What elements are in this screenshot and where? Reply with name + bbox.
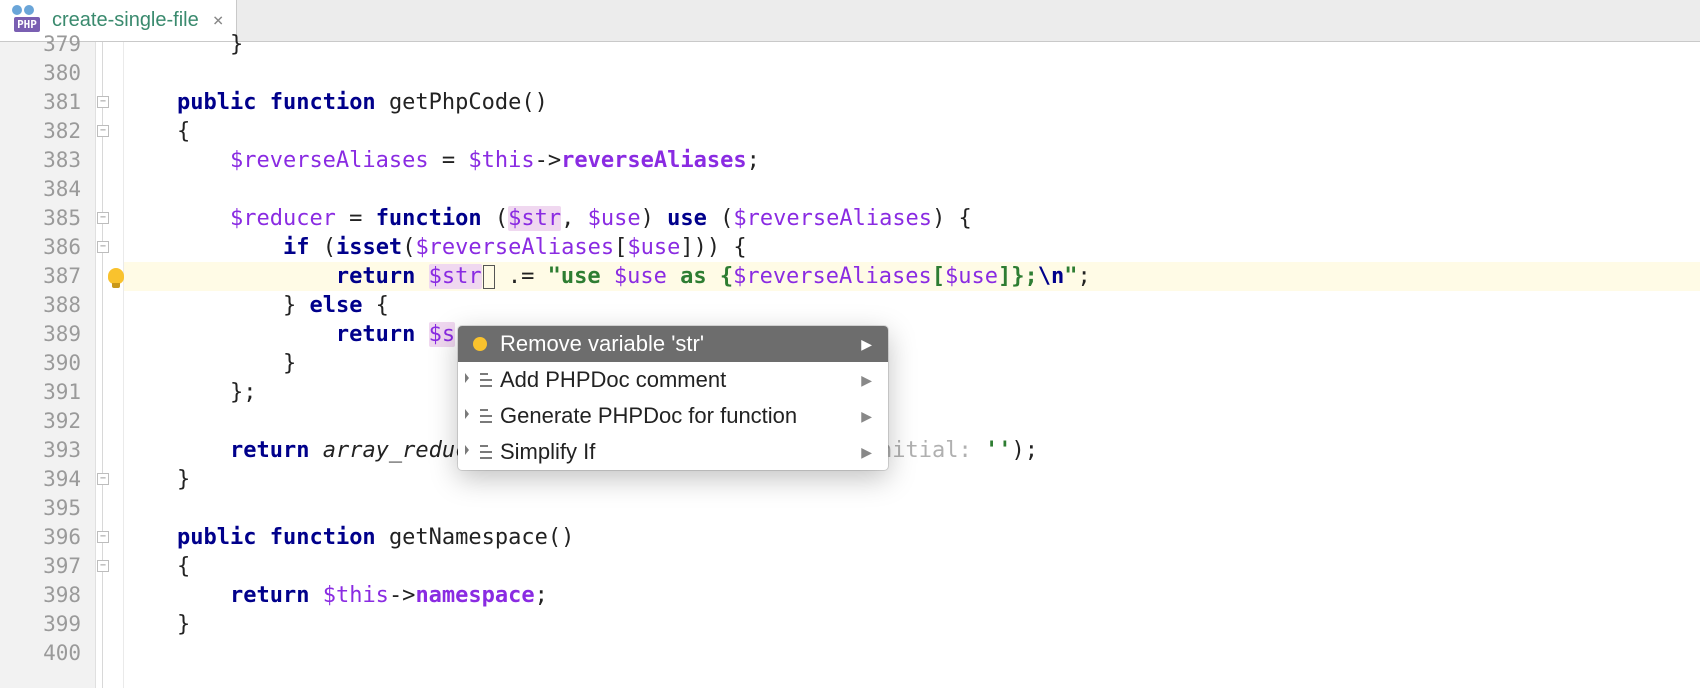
line-number: 394 <box>0 465 95 494</box>
intention-item[interactable]: Generate PHPDoc for function ▶ <box>458 398 888 434</box>
text-caret <box>483 265 495 289</box>
line-number: 389 <box>0 320 95 349</box>
code-line[interactable]: $reverseAliases = $this->reverseAliases; <box>124 146 1700 175</box>
code-line[interactable]: } else { <box>124 291 1700 320</box>
tab-name: create-single-file <box>52 9 199 32</box>
line-number: 396 <box>0 523 95 552</box>
line-number: 379 <box>0 30 95 59</box>
line-number: 397 <box>0 552 95 581</box>
fold-column: − − − − − − − <box>96 42 124 688</box>
intention-action-icon <box>470 406 490 426</box>
code-line[interactable]: } <box>124 30 1700 59</box>
line-number: 380 <box>0 59 95 88</box>
code-line[interactable]: { <box>124 552 1700 581</box>
code-line[interactable]: $reducer = function ($str, $use) use ($r… <box>124 204 1700 233</box>
fold-toggle[interactable]: − <box>97 531 109 543</box>
code-line[interactable] <box>124 639 1700 668</box>
code-line[interactable] <box>124 407 1700 436</box>
code-line[interactable]: return array_reduce($this->getList(), $r… <box>124 436 1700 465</box>
fold-toggle[interactable]: − <box>97 212 109 224</box>
php-file-icon: PHP <box>10 11 44 31</box>
code-line[interactable]: } <box>124 610 1700 639</box>
code-line[interactable]: return $str .= "use $use as {$reverseAli… <box>124 262 1700 291</box>
code-line[interactable]: if (isset($reverseAliases[$use])) { <box>124 233 1700 262</box>
line-number: 388 <box>0 291 95 320</box>
intention-item[interactable]: Add PHPDoc comment ▶ <box>458 362 888 398</box>
line-number: 400 <box>0 639 95 668</box>
intention-item[interactable]: Simplify If ▶ <box>458 434 888 470</box>
intention-action-icon <box>470 370 490 390</box>
fold-toggle[interactable]: − <box>97 560 109 572</box>
code-area[interactable]: } public function getPhpCode() { $revers… <box>124 42 1700 688</box>
bulb-icon <box>470 334 490 354</box>
submenu-arrow-icon: ▶ <box>861 336 872 353</box>
line-number: 395 <box>0 494 95 523</box>
line-number: 383 <box>0 146 95 175</box>
line-number: 384 <box>0 175 95 204</box>
line-number-gutter: 3793803813823833843853863873883893903913… <box>0 42 96 688</box>
code-line[interactable]: } <box>124 465 1700 494</box>
code-line[interactable] <box>124 494 1700 523</box>
line-number: 385 <box>0 204 95 233</box>
code-line[interactable]: } <box>124 349 1700 378</box>
code-line[interactable] <box>124 175 1700 204</box>
intention-menu[interactable]: Remove variable 'str'▶Add PHPDoc comment… <box>458 326 888 470</box>
intention-action-icon <box>470 442 490 462</box>
code-line[interactable]: }; <box>124 378 1700 407</box>
line-number: 381 <box>0 88 95 117</box>
line-number: 391 <box>0 378 95 407</box>
line-number: 387 <box>0 262 95 291</box>
editor: 3793803813823833843853863873883893903913… <box>0 42 1700 688</box>
intention-bulb-icon[interactable] <box>108 268 124 284</box>
fold-toggle[interactable]: − <box>97 473 109 485</box>
intention-item-label: Generate PHPDoc for function <box>500 403 797 429</box>
code-line[interactable] <box>124 59 1700 88</box>
code-line[interactable]: public function getNamespace() <box>124 523 1700 552</box>
line-number: 399 <box>0 610 95 639</box>
line-number: 382 <box>0 117 95 146</box>
line-number: 398 <box>0 581 95 610</box>
line-number: 393 <box>0 436 95 465</box>
intention-item[interactable]: Remove variable 'str' ▶ <box>458 326 888 362</box>
submenu-arrow-icon: ▶ <box>861 444 872 461</box>
fold-toggle[interactable]: − <box>97 125 109 137</box>
line-number: 392 <box>0 407 95 436</box>
fold-toggle[interactable]: − <box>97 241 109 253</box>
code-line[interactable]: return $this->namespace; <box>124 581 1700 610</box>
close-icon[interactable]: × <box>213 10 224 31</box>
intention-item-label: Remove variable 'str' <box>500 331 704 357</box>
submenu-arrow-icon: ▶ <box>861 408 872 425</box>
line-number: 390 <box>0 349 95 378</box>
intention-item-label: Add PHPDoc comment <box>500 367 726 393</box>
code-line[interactable]: return $s <box>124 320 1700 349</box>
code-line[interactable]: { <box>124 117 1700 146</box>
fold-toggle[interactable]: − <box>97 96 109 108</box>
submenu-arrow-icon: ▶ <box>861 372 872 389</box>
intention-item-label: Simplify If <box>500 439 595 465</box>
code-line[interactable]: public function getPhpCode() <box>124 88 1700 117</box>
line-number: 386 <box>0 233 95 262</box>
